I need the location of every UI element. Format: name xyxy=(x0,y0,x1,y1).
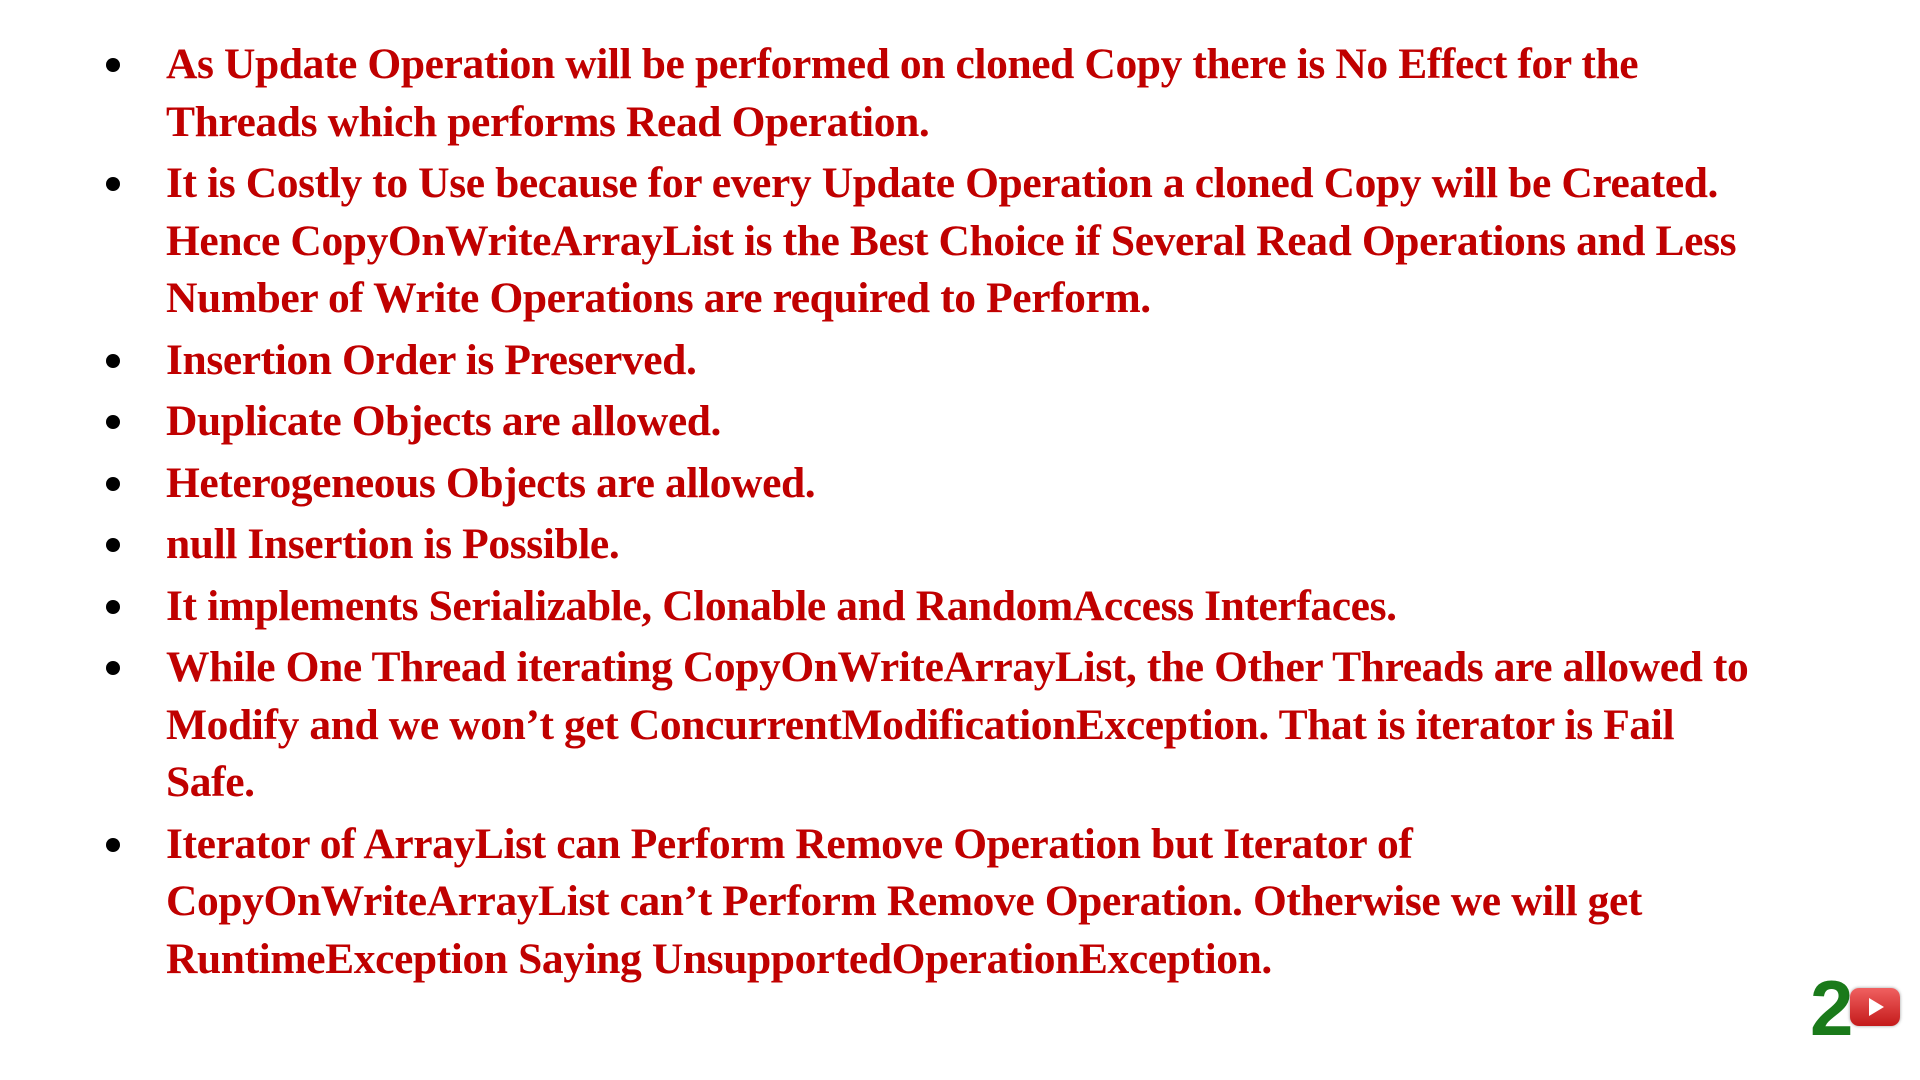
bullet-point-icon xyxy=(106,353,120,368)
bullet-text: It is Costly to Use because for every Up… xyxy=(166,159,1737,322)
play-triangle-icon xyxy=(1869,998,1884,1016)
bullet-item: While One Thread iterating CopyOnWriteAr… xyxy=(0,639,1800,812)
play-button-icon[interactable] xyxy=(1850,988,1900,1026)
bullet-text: Duplicate Objects are allowed. xyxy=(166,397,722,445)
bullet-item: Duplicate Objects are allowed. xyxy=(0,393,1800,451)
bullet-point-icon xyxy=(106,415,120,429)
bullet-text: While One Thread iterating CopyOnWriteAr… xyxy=(166,643,1749,806)
slide: As Update Operation will be performed on… xyxy=(0,0,1920,1080)
bullet-item: Iterator of ArrayList can Perform Remove… xyxy=(0,816,1800,989)
bullet-item: Insertion Order is Preserved. xyxy=(0,332,1800,390)
bullet-text: null Insertion is Possible. xyxy=(166,520,620,568)
bullet-list: As Update Operation will be performed on… xyxy=(0,36,1800,992)
bullet-item: It is Costly to Use because for every Up… xyxy=(0,155,1800,328)
bullet-text: Iterator of ArrayList can Perform Remove… xyxy=(166,819,1643,983)
bullet-text: It implements Serializable, Clonable and… xyxy=(166,581,1397,630)
bullet-text: As Update Operation will be performed on… xyxy=(166,40,1639,146)
bullet-item: null Insertion is Possible. xyxy=(0,516,1800,574)
bullet-text: Insertion Order is Preserved. xyxy=(166,335,697,384)
bullet-item: Heterogeneous Objects are allowed. xyxy=(0,455,1800,513)
channel-logo[interactable]: 2 xyxy=(1810,968,1920,1050)
bullet-point-icon xyxy=(106,177,120,191)
bullet-item: As Update Operation will be performed on… xyxy=(0,36,1800,151)
bullet-point-icon xyxy=(106,661,120,675)
logo-digit: 2 xyxy=(1810,964,1854,1052)
bullet-point-icon xyxy=(106,538,120,552)
bullet-point-icon xyxy=(106,599,120,614)
bullet-point-icon xyxy=(106,837,120,852)
bullet-item: It implements Serializable, Clonable and… xyxy=(0,578,1800,636)
bullet-point-icon xyxy=(106,58,120,72)
bullet-point-icon xyxy=(106,476,120,491)
bullet-text: Heterogeneous Objects are allowed. xyxy=(166,458,816,507)
